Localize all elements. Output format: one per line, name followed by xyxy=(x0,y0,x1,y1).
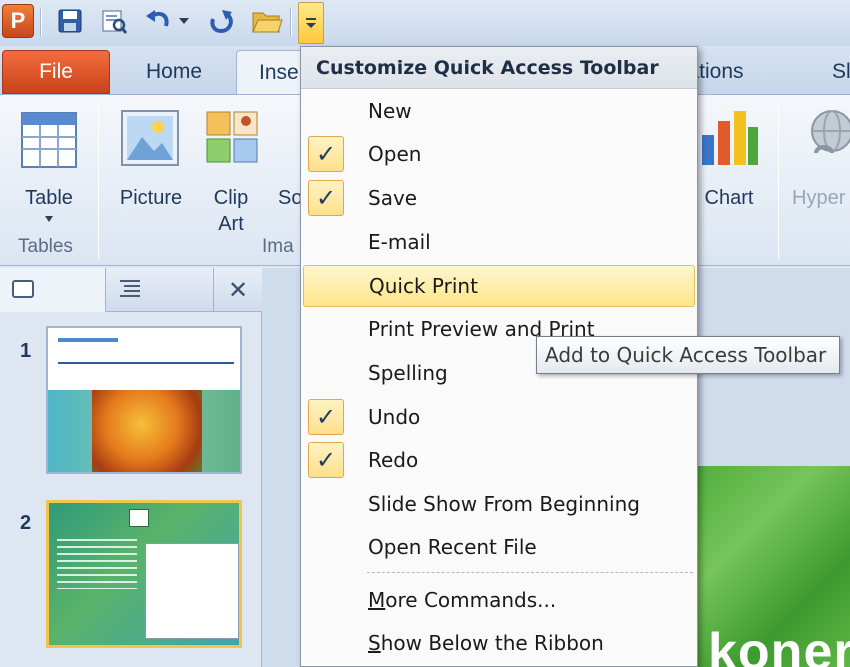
title-bar: P xyxy=(0,0,850,46)
art-label: Art xyxy=(218,213,244,235)
checkmark-icon: ✓ xyxy=(308,399,344,435)
save-icon xyxy=(58,9,82,33)
save-button[interactable] xyxy=(54,5,86,37)
chevron-down-icon xyxy=(45,216,53,222)
qat-separator xyxy=(290,8,292,36)
excel-icon xyxy=(129,509,149,527)
hyper-label: Hyper xyxy=(792,187,846,209)
menu-title: Customize Quick Access Toolbar xyxy=(301,47,697,89)
print-preview-icon xyxy=(102,10,128,34)
menu-item-save[interactable]: ✓ Save xyxy=(301,177,697,219)
tab-slide-show[interactable]: Sl xyxy=(832,50,850,94)
checkmark-icon: ✓ xyxy=(308,136,344,172)
undo-button[interactable] xyxy=(142,5,174,37)
slides-pane: ✕ 1 2 xyxy=(0,268,262,667)
slide-thumbnail-2[interactable] xyxy=(46,500,242,648)
tab-slides[interactable] xyxy=(0,268,106,312)
menu-item-open-recent-file[interactable]: Open Recent File xyxy=(301,526,697,568)
tab-file[interactable]: File xyxy=(2,50,110,94)
thumb-autumn-picture xyxy=(92,390,202,472)
tab-home[interactable]: Home xyxy=(118,50,230,94)
menu-item-show-below-ribbon[interactable]: Show Below the Ribbon xyxy=(301,622,697,664)
close-pane-button[interactable]: ✕ xyxy=(222,274,254,306)
slide-number: 1 xyxy=(20,340,32,362)
menu-item-open[interactable]: ✓ Open xyxy=(301,133,697,175)
customize-qat-button[interactable] xyxy=(298,2,324,44)
clip-label: Clip xyxy=(213,187,249,209)
undo-dropdown[interactable] xyxy=(174,5,194,37)
menu-item-slide-show-from-beginning[interactable]: Slide Show From Beginning xyxy=(301,483,697,525)
checkmark-icon: ✓ xyxy=(308,442,344,478)
tables-group-label: Tables xyxy=(18,236,73,257)
print-preview-button[interactable] xyxy=(98,5,130,37)
chart-label: Chart xyxy=(704,187,754,209)
group-separator xyxy=(98,101,99,259)
thumb-title-line xyxy=(58,338,118,342)
menu-item-redo[interactable]: ✓ Redo xyxy=(301,439,697,481)
undo-icon xyxy=(146,10,169,27)
powerpoint-app-icon[interactable]: P xyxy=(2,4,34,38)
thumb-text-lines xyxy=(57,539,137,589)
menu-item-new[interactable]: New xyxy=(301,90,697,132)
open-button[interactable] xyxy=(248,5,286,37)
menu-item-more-commands[interactable]: More Commands... xyxy=(301,579,697,621)
qat-separator xyxy=(40,8,42,36)
clip-art-icon xyxy=(206,111,258,163)
picture-label: Picture xyxy=(119,187,183,209)
outline-view-icon xyxy=(120,280,140,297)
chevron-down-icon xyxy=(179,18,189,24)
picture-button[interactable]: Picture xyxy=(108,105,194,230)
chart-button[interactable]: Chart xyxy=(698,105,764,230)
table-label: Table xyxy=(25,187,73,209)
slide-number: 2 xyxy=(20,512,32,534)
hyperlink-button[interactable]: Hyper xyxy=(790,105,850,230)
tooltip: Add to Quick Access Toolbar xyxy=(536,336,840,374)
thumb-screenshot xyxy=(145,543,239,639)
pane-tabs: ✕ xyxy=(0,268,262,312)
tab-outline[interactable] xyxy=(106,268,214,312)
chart-icon xyxy=(702,111,758,165)
hyperlink-icon xyxy=(811,110,850,154)
table-icon xyxy=(21,112,77,168)
menu-item-undo[interactable]: ✓ Undo xyxy=(301,396,697,438)
menu-divider xyxy=(367,572,693,573)
thumb-rule xyxy=(58,362,234,364)
clip-art-button[interactable]: Clip Art xyxy=(200,105,262,235)
menu-item-email[interactable]: E-mail xyxy=(301,221,697,263)
checkmark-icon: ✓ xyxy=(308,180,344,216)
redo-icon xyxy=(210,10,233,34)
table-button[interactable]: Table xyxy=(8,105,90,230)
group-separator xyxy=(778,101,779,259)
slide-title-text[interactable]: koner xyxy=(708,622,850,667)
images-group-label: Ima xyxy=(262,236,294,257)
slide-view-icon xyxy=(12,280,34,298)
folder-icon xyxy=(252,12,283,33)
redo-button[interactable] xyxy=(206,5,238,37)
picture-icon xyxy=(121,110,179,166)
menu-item-quick-print[interactable]: Quick Print xyxy=(303,265,695,307)
close-icon: ✕ xyxy=(227,276,249,304)
slide-thumbnail-1[interactable] xyxy=(46,326,242,474)
customize-dropdown-icon xyxy=(306,18,316,28)
